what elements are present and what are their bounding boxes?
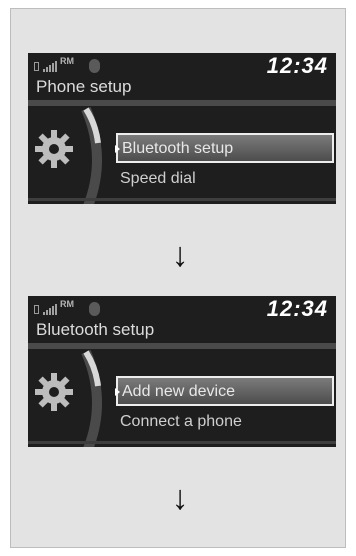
bluetooth-icon [89,59,100,73]
down-arrow-icon: ↓ [171,479,189,517]
signal-icon [43,61,57,72]
bottom-divider [28,198,336,201]
roaming-indicator: RM [60,56,74,66]
screen-title: Phone setup [36,77,132,96]
menu-item-speed-dial[interactable]: Speed dial [116,165,334,195]
clock: 12:34 [266,296,328,321]
clock: 12:34 [266,53,328,78]
menu-item-bluetooth-setup[interactable]: Bluetooth setup [115,133,334,163]
battery-icon [34,62,39,71]
down-arrow-icon: ↓ [171,236,189,274]
bluetooth-setup-screen: RM 12:34 Bluetooth setup Add new device … [28,296,336,447]
screen-title: Bluetooth setup [36,320,155,339]
menu-item-add-new-device[interactable]: Add new device [115,376,334,406]
phone-setup-screen: RM 12:34 Phone setup Bluetooth setup Spe… [28,53,336,204]
bottom-divider [28,441,336,444]
status-bar: RM [34,56,114,76]
menu-item-connect-a-phone[interactable]: Connect a phone [116,408,334,438]
battery-icon [34,305,39,314]
signal-icon [43,304,57,315]
roaming-indicator: RM [60,299,74,309]
status-bar: RM [34,299,114,319]
bluetooth-icon [89,302,100,316]
